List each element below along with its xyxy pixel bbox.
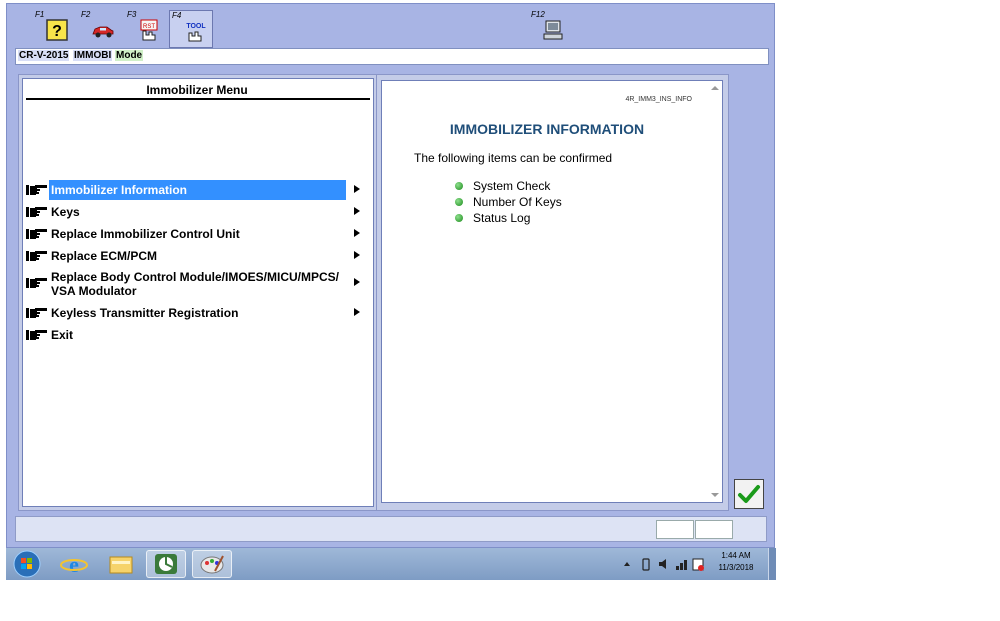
help-icon: ? <box>46 19 68 41</box>
mode-label: Mode <box>115 50 144 61</box>
f1-help-button[interactable]: F1 ? <box>33 10 71 44</box>
ok-button[interactable] <box>734 479 764 509</box>
tool-icon-text: TOOL <box>186 23 206 30</box>
info-panel: 4R_IMM3_INS_INFO IMMOBILIZER INFORMATION… <box>381 80 723 503</box>
menu-item-label-line2: VSA Modulator <box>51 284 137 298</box>
status-box-1 <box>656 520 694 539</box>
taskbar-clock[interactable]: 1:44 AM 11/3/2018 <box>706 550 766 574</box>
hds-app-icon <box>155 554 177 574</box>
green-bullet-icon <box>455 198 463 206</box>
system-name: IMMOBI <box>73 50 113 61</box>
f2-label: F2 <box>81 10 91 19</box>
pointing-hand-icon <box>26 229 47 239</box>
computer-icon <box>543 20 563 40</box>
green-bullet-icon <box>455 214 463 222</box>
toolbar: F1 ? F2 F3 RST F4 TOOL F12 <box>7 4 774 48</box>
tool-icon: TOOL <box>186 23 206 42</box>
paint-icon <box>200 555 224 574</box>
info-intro: The following items can be confirmed <box>414 151 613 165</box>
menu-item-label: Replace Immobilizer Control Unit <box>51 227 240 241</box>
menu-item-label: Replace Body Control Module/IMOES/MICU/M… <box>51 270 340 284</box>
volume-icon <box>659 559 666 569</box>
submenu-arrow-icon <box>354 185 360 193</box>
info-bullet-status-log: Status Log <box>473 211 531 225</box>
info-scrollbar[interactable] <box>708 81 722 502</box>
system-tray <box>616 554 716 574</box>
scroll-up-arrow-icon[interactable] <box>711 85 719 91</box>
info-bullet-number-of-keys: Number Of Keys <box>473 195 562 209</box>
taskbar: e 1:44 AM 11/3/2018 <box>6 548 776 580</box>
info-bullet-system-check: System Check <box>473 179 551 193</box>
reset-hand-icon: RST <box>140 19 158 41</box>
info-code: 4R_IMM3_INS_INFO <box>625 96 692 103</box>
menu-item-label: Exit <box>51 328 74 342</box>
app-window: F1 ? F2 F3 RST F4 TOOL F12 CR-V-2015 IMM… <box>6 3 775 548</box>
car-icon <box>92 26 114 38</box>
vehicle-model: CR-V-2015 <box>18 50 70 61</box>
menu-item-keyless-transmitter-registration[interactable]: Keyless Transmitter Registration <box>26 303 368 323</box>
menu-item-label: Keys <box>51 205 80 219</box>
f4-label: F4 <box>172 11 182 20</box>
show-hidden-icons-icon <box>624 562 630 566</box>
menu-item-immobilizer-information[interactable]: Immobilizer Information <box>26 180 368 200</box>
green-bullet-icon <box>455 182 463 190</box>
tray-icons <box>624 558 704 571</box>
checkmark-icon <box>738 485 760 503</box>
f12-computer-button[interactable]: F12 <box>529 10 567 44</box>
pointing-hand-icon <box>26 330 47 340</box>
menu-panel: Immobilizer Menu Immobilizer Information… <box>22 78 374 507</box>
pointing-hand-icon <box>26 185 47 195</box>
f4-tool-button[interactable]: F4 TOOL <box>169 10 213 48</box>
pointing-hand-icon <box>26 207 47 217</box>
f3-label: F3 <box>127 10 137 19</box>
taskbar-paint-app[interactable] <box>192 550 232 578</box>
submenu-arrow-icon <box>354 251 360 259</box>
pointing-hand-icon <box>26 308 47 318</box>
menu-item-exit[interactable]: Exit <box>26 325 368 345</box>
f1-label: F1 <box>35 10 45 19</box>
pointing-hand-icon <box>26 251 47 261</box>
menu-item-label: Immobilizer Information <box>49 180 346 200</box>
clock-time: 1:44 AM <box>721 551 751 560</box>
submenu-arrow-icon <box>354 207 360 215</box>
submenu-arrow-icon <box>354 229 360 237</box>
menu-item-label: Replace ECM/PCM <box>51 249 158 263</box>
f2-car-button[interactable]: F2 <box>79 10 117 44</box>
menu-item-keys[interactable]: Keys <box>26 202 368 222</box>
f3-reset-button[interactable]: F3 RST <box>125 10 163 44</box>
show-desktop-button[interactable] <box>768 548 776 580</box>
menu-item-replace-immobilizer-control-unit[interactable]: Replace Immobilizer Control Unit <box>26 224 368 244</box>
menu-title: Immobilizer Menu <box>146 83 248 97</box>
scroll-down-arrow-icon[interactable] <box>711 492 719 498</box>
svg-text:RST: RST <box>143 24 155 30</box>
status-box-2 <box>695 520 733 539</box>
svg-text:e: e <box>69 552 79 577</box>
taskbar-internet-explorer[interactable]: e <box>54 550 94 578</box>
mode-bar: CR-V-2015 IMMOBI Mode <box>15 48 769 65</box>
menu-item-label: Keyless Transmitter Registration <box>51 306 239 320</box>
submenu-arrow-icon <box>354 278 360 286</box>
taskbar-hds-app[interactable] <box>146 550 186 578</box>
folder-icon <box>109 556 133 574</box>
taskbar-file-explorer[interactable] <box>101 550 141 578</box>
clock-date: 11/3/2018 <box>718 563 754 572</box>
menu-divider <box>26 98 370 100</box>
device-icon <box>642 558 650 571</box>
internet-explorer-icon: e <box>60 552 88 577</box>
info-title: IMMOBILIZER INFORMATION <box>449 121 645 137</box>
submenu-arrow-icon <box>354 308 360 316</box>
menu-item-replace-body-control-module[interactable]: Replace Body Control Module/IMOES/MICU/M… <box>26 268 368 298</box>
status-bar <box>15 516 767 542</box>
pointing-hand-icon <box>26 278 47 288</box>
svg-text:?: ? <box>52 23 62 40</box>
menu-item-replace-ecm-pcm[interactable]: Replace ECM/PCM <box>26 246 368 266</box>
start-button-icon[interactable] <box>12 550 42 578</box>
